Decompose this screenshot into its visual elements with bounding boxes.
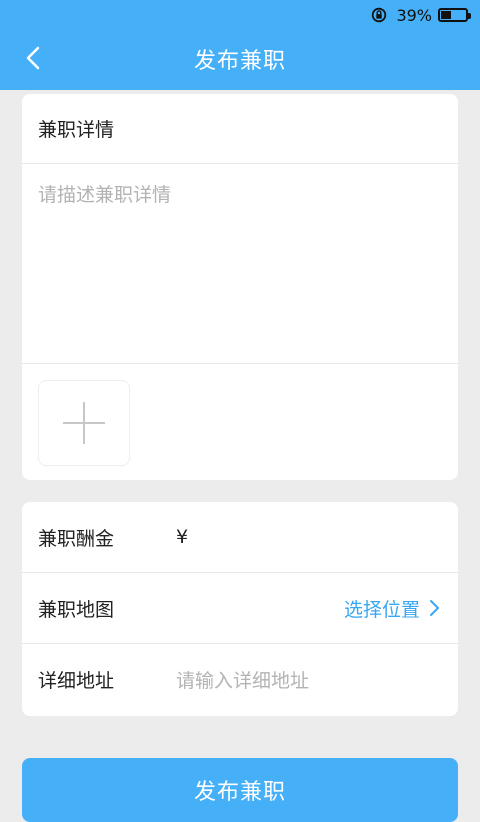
plus-icon — [63, 402, 105, 444]
select-location-button[interactable]: 选择位置 — [344, 595, 442, 622]
nav-bar: 发布兼职 — [0, 30, 480, 88]
battery-icon — [438, 8, 471, 22]
chevron-right-icon — [430, 600, 439, 616]
status-bar: 39% — [0, 0, 480, 30]
submit-button[interactable]: 发布兼职 — [22, 758, 458, 822]
pay-row[interactable]: 兼职酬金 ¥ — [22, 502, 458, 573]
form-card: 兼职酬金 ¥ 兼职地图 选择位置 详细地址 请输入详细地址 — [22, 502, 458, 716]
page-title: 发布兼职 — [193, 49, 286, 74]
add-image-button[interactable] — [38, 380, 130, 466]
app-header: 39% 发布兼职 — [0, 0, 480, 90]
address-input[interactable]: 请输入详细地址 — [176, 666, 309, 693]
details-card: 兼职详情 请描述兼职详情 — [22, 94, 458, 480]
pay-input[interactable]: ¥ — [176, 526, 188, 548]
address-row[interactable]: 详细地址 请输入详细地址 — [22, 644, 458, 715]
map-row[interactable]: 兼职地图 选择位置 — [22, 573, 458, 644]
map-label: 兼职地图 — [38, 598, 115, 621]
back-icon[interactable] — [20, 44, 48, 72]
details-placeholder: 请描述兼职详情 — [38, 184, 172, 206]
rotation-lock-icon — [372, 7, 387, 23]
select-location-label: 选择位置 — [343, 598, 420, 621]
details-textarea[interactable]: 请描述兼职详情 — [22, 164, 458, 364]
pay-label: 兼职酬金 — [38, 527, 115, 550]
details-title: 兼职详情 — [22, 94, 458, 164]
address-label: 详细地址 — [38, 670, 115, 692]
submit-label: 发布兼职 — [193, 780, 286, 805]
battery-percent: 39% — [396, 5, 432, 25]
